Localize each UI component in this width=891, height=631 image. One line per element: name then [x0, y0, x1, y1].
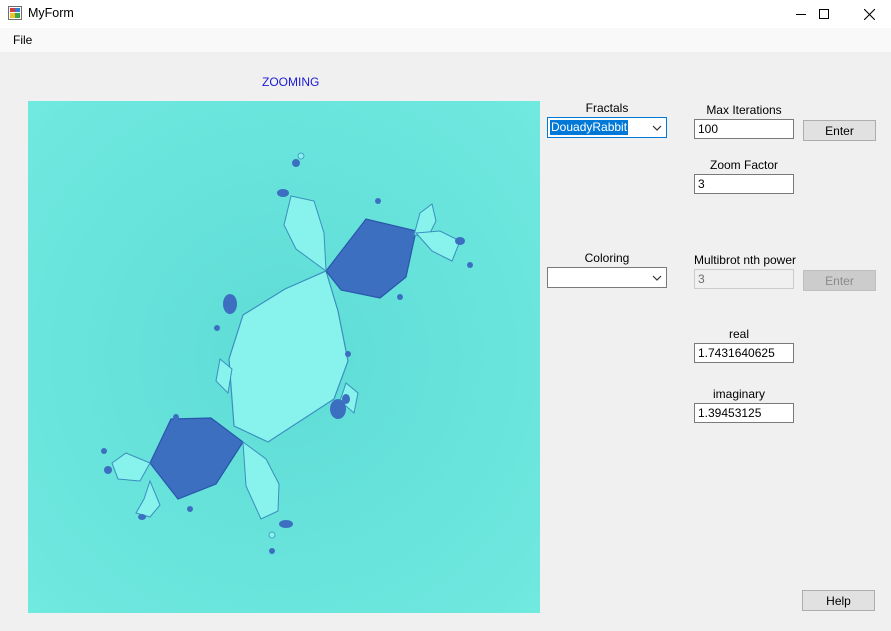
window-title: MyForm — [28, 6, 74, 20]
multibrot-power-input[interactable]: 3 — [694, 269, 794, 289]
chevron-down-icon — [652, 125, 662, 131]
real-input[interactable]: 1.7431640625 — [694, 343, 794, 363]
enter-button[interactable]: Enter — [803, 120, 876, 141]
menu-bar: File — [0, 28, 891, 52]
imaginary-label: imaginary — [712, 387, 766, 401]
status-label: ZOOMING — [262, 75, 320, 89]
close-button[interactable] — [846, 0, 891, 28]
imaginary-input[interactable]: 1.39453125 — [694, 403, 794, 423]
coloring-label: Coloring — [584, 251, 630, 265]
menu-file[interactable]: File — [13, 33, 32, 47]
enter-button-2[interactable]: Enter — [803, 270, 876, 291]
app-icon — [8, 6, 22, 20]
multibrot-power-label: Multibrot nth power — [693, 253, 797, 267]
zoom-factor-input[interactable]: 3 — [694, 174, 794, 194]
max-iterations-value: 100 — [698, 122, 719, 136]
max-iterations-label: Max Iterations — [706, 103, 782, 117]
zoom-factor-label: Zoom Factor — [709, 158, 778, 172]
zoom-factor-value: 3 — [698, 177, 705, 191]
maximize-button[interactable] — [801, 0, 847, 28]
fractal-image — [28, 101, 540, 613]
title-bar: MyForm — [0, 0, 891, 28]
fractals-combobox[interactable]: DouadyRabbit — [547, 117, 667, 138]
coloring-combobox[interactable] — [547, 267, 667, 288]
multibrot-power-value: 3 — [698, 272, 705, 286]
real-label: real — [728, 327, 749, 341]
help-button[interactable]: Help — [802, 590, 875, 611]
chevron-down-icon — [652, 275, 662, 281]
real-value: 1.7431640625 — [698, 346, 775, 360]
close-icon — [863, 8, 875, 20]
fractals-label: Fractals — [585, 101, 629, 115]
max-iterations-input[interactable]: 100 — [694, 119, 794, 139]
fractals-selected-value: DouadyRabbit — [550, 120, 629, 135]
imaginary-value: 1.39453125 — [698, 406, 762, 420]
fractal-canvas[interactable] — [28, 101, 540, 613]
maximize-icon — [819, 9, 829, 19]
